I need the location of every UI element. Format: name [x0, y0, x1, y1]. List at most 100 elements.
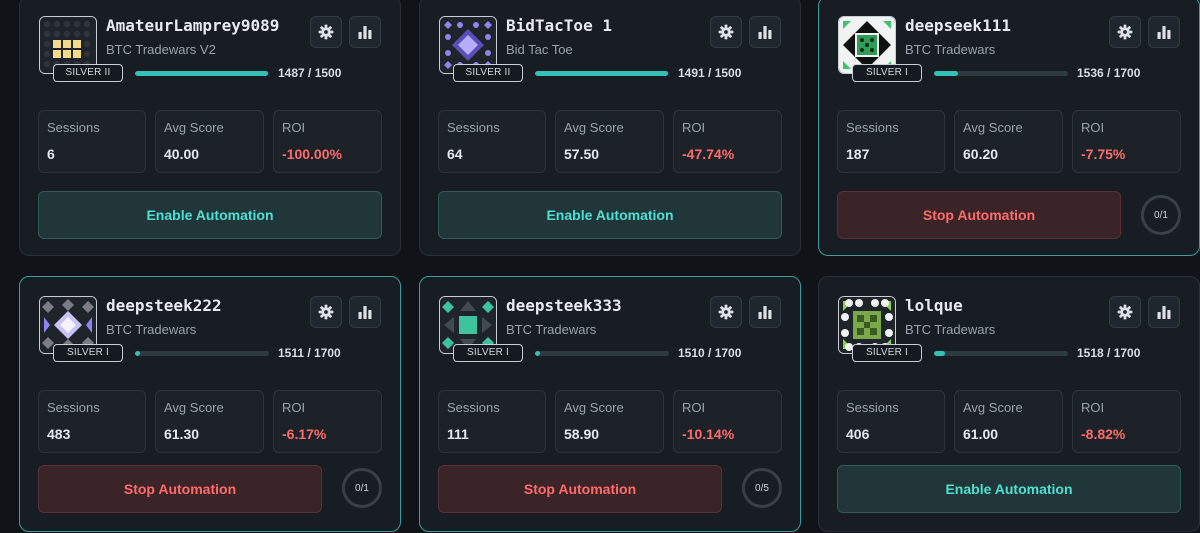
avg-score-stat-label: Avg Score — [164, 400, 224, 415]
sessions-stat-value: 6 — [47, 146, 55, 162]
settings-button[interactable] — [1109, 16, 1141, 48]
avg-score-stat: Avg Score 61.30 — [155, 390, 264, 453]
avg-score-stat-value: 61.00 — [963, 426, 999, 442]
sessions-stat-value: 483 — [47, 426, 71, 442]
bar-chart-icon — [357, 304, 373, 320]
avg-score-stat-value: 57.50 — [564, 146, 600, 162]
xp-text: 1510 / 1700 — [678, 346, 742, 360]
avg-score-stat-value: 58.90 — [564, 426, 600, 442]
bar-chart-icon — [757, 304, 773, 320]
sessions-stat: Sessions 187 — [837, 110, 945, 173]
bar-chart-icon — [1156, 24, 1172, 40]
xp-text: 1518 / 1700 — [1077, 346, 1141, 360]
settings-button[interactable] — [1109, 296, 1141, 328]
sessions-stat: Sessions 406 — [837, 390, 945, 453]
xp-progress-fill — [535, 71, 669, 76]
sessions-stat: Sessions 64 — [438, 110, 546, 173]
roi-stat-label: ROI — [682, 400, 706, 415]
bar-chart-icon — [357, 24, 373, 40]
stats-button[interactable] — [1148, 296, 1180, 328]
settings-button[interactable] — [710, 16, 742, 48]
bar-chart-icon — [1156, 304, 1172, 320]
automation-run-counter: 0/5 — [742, 468, 782, 508]
xp-text: 1491 / 1500 — [678, 66, 742, 80]
agent-card: SILVER I lolque BTC Tradewars 1518 / 1700 Se… — [818, 276, 1200, 532]
roi-stat-value: -100.00% — [282, 146, 342, 162]
bar-chart-icon — [757, 24, 773, 40]
settings-button[interactable] — [310, 296, 342, 328]
tier-badge: SILVER I — [53, 344, 123, 362]
roi-stat: ROI -47.74% — [673, 110, 782, 173]
sessions-stat-value: 187 — [846, 146, 870, 162]
stats-button[interactable] — [749, 296, 781, 328]
roi-stat-value: -8.82% — [1081, 426, 1126, 442]
enable-automation-button[interactable]: Enable Automation — [837, 465, 1181, 513]
avg-score-stat-value: 61.30 — [164, 426, 200, 442]
xp-progress-bar — [535, 351, 669, 356]
game-name: BTC Tradewars — [506, 322, 597, 337]
stop-automation-button[interactable]: Stop Automation — [438, 465, 722, 513]
sessions-stat-value: 111 — [447, 426, 469, 442]
settings-button[interactable] — [310, 16, 342, 48]
gear-icon — [318, 304, 334, 320]
xp-progress-bar — [934, 351, 1068, 356]
roi-stat-label: ROI — [1081, 400, 1105, 415]
stop-automation-button[interactable]: Stop Automation — [837, 191, 1121, 239]
roi-stat: ROI -6.17% — [273, 390, 382, 453]
roi-stat: ROI -7.75% — [1072, 110, 1181, 173]
xp-text: 1487 / 1500 — [278, 66, 342, 80]
roi-stat: ROI -100.00% — [273, 110, 382, 173]
avg-score-stat-label: Avg Score — [963, 400, 1023, 415]
roi-stat: ROI -10.14% — [673, 390, 782, 453]
xp-progress-bar — [135, 71, 269, 76]
roi-stat-value: -7.75% — [1081, 146, 1126, 162]
sessions-stat-label: Sessions — [47, 120, 100, 135]
sessions-stat: Sessions 111 — [438, 390, 546, 453]
agent-card: SILVER II AmateurLamprey9089 BTC Tradewars… — [19, 0, 401, 256]
roi-stat-value: -10.14% — [682, 426, 735, 442]
xp-progress-fill — [535, 351, 541, 356]
game-name: Bid Tac Toe — [506, 42, 573, 57]
enable-automation-button[interactable]: Enable Automation — [438, 191, 782, 239]
xp-progress-bar — [934, 71, 1068, 76]
roi-stat: ROI -8.82% — [1072, 390, 1181, 453]
settings-button[interactable] — [710, 296, 742, 328]
xp-progress-fill — [135, 351, 141, 356]
xp-progress-fill — [135, 71, 268, 76]
tier-badge: SILVER II — [453, 64, 523, 82]
game-name: BTC Tradewars — [905, 42, 996, 57]
stats-button[interactable] — [349, 296, 381, 328]
tier-badge: SILVER I — [852, 64, 922, 82]
agent-name: deepseek111 — [905, 16, 1011, 35]
game-name: BTC Tradewars — [106, 322, 197, 337]
avg-score-stat: Avg Score 57.50 — [555, 110, 664, 173]
roi-stat-label: ROI — [282, 400, 306, 415]
roi-stat-label: ROI — [1081, 120, 1105, 135]
sessions-stat-label: Sessions — [846, 120, 899, 135]
game-name: BTC Tradewars — [905, 322, 996, 337]
roi-stat-label: ROI — [682, 120, 706, 135]
sessions-stat: Sessions 6 — [38, 110, 146, 173]
gear-icon — [1117, 304, 1133, 320]
roi-stat-value: -47.74% — [682, 146, 735, 162]
enable-automation-button[interactable]: Enable Automation — [38, 191, 382, 239]
stats-button[interactable] — [1148, 16, 1180, 48]
xp-progress-bar — [535, 71, 669, 76]
avg-score-stat-label: Avg Score — [164, 120, 224, 135]
sessions-stat: Sessions 483 — [38, 390, 146, 453]
avg-score-stat-value: 40.00 — [164, 146, 200, 162]
avg-score-stat: Avg Score 40.00 — [155, 110, 264, 173]
avg-score-stat-value: 60.20 — [963, 146, 999, 162]
tier-badge: SILVER II — [53, 64, 123, 82]
gear-icon — [318, 24, 334, 40]
stats-button[interactable] — [349, 16, 381, 48]
gear-icon — [1117, 24, 1133, 40]
sessions-stat-label: Sessions — [47, 400, 100, 415]
roi-stat-value: -6.17% — [282, 426, 327, 442]
xp-progress-bar — [135, 351, 269, 356]
stats-button[interactable] — [749, 16, 781, 48]
agent-card: SILVER I deepsteek222 BTC Tradewars 1511 / … — [19, 276, 401, 532]
avg-score-stat: Avg Score 60.20 — [954, 110, 1063, 173]
stop-automation-button[interactable]: Stop Automation — [38, 465, 322, 513]
agent-card: SILVER I deepsteek333 BTC Tradewars 1510 / … — [419, 276, 801, 532]
